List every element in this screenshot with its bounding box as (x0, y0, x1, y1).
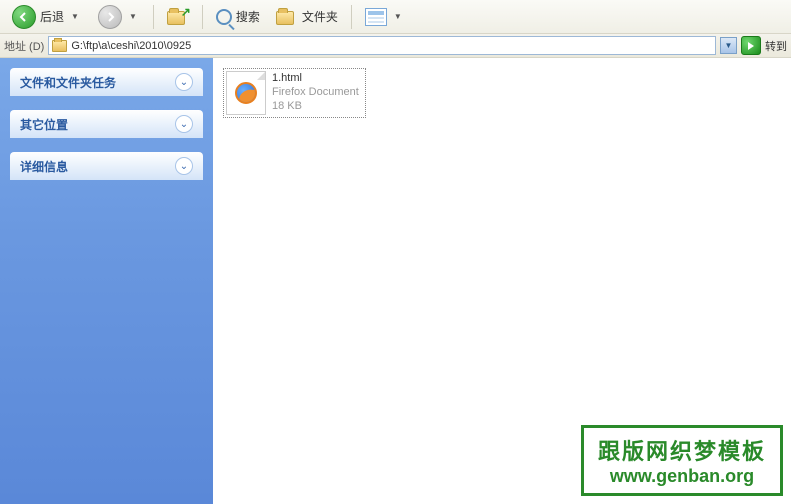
back-icon (12, 5, 36, 29)
forward-icon (98, 5, 122, 29)
back-button[interactable]: 后退 ▼ (6, 3, 88, 31)
firefox-document-icon (226, 71, 266, 115)
search-button[interactable]: 搜索 (210, 6, 266, 27)
folder-icon (52, 40, 67, 52)
main-toolbar: 后退 ▼ ▼ ↗ 搜索 文件夹 ▼ (0, 0, 791, 34)
folders-button[interactable]: 文件夹 (270, 5, 344, 29)
back-dropdown-icon[interactable]: ▼ (68, 12, 82, 21)
views-button[interactable]: ▼ (359, 6, 411, 28)
views-icon (365, 8, 387, 26)
address-bar: 地址 (D) G:\ftp\a\ceshi\2010\0925 ▼ 转到 (0, 34, 791, 58)
views-dropdown-icon[interactable]: ▼ (391, 12, 405, 21)
folder-up-icon: ↗ (167, 7, 189, 27)
sidebar-panel-details[interactable]: 详细信息 ⌄ (10, 152, 203, 180)
file-name: 1.html (272, 71, 359, 85)
watermark: 跟版网织梦模板 www.genban.org (581, 425, 783, 496)
sidebar: 文件和文件夹任务 ⌄ 其它位置 ⌄ 详细信息 ⌄ (0, 58, 213, 504)
watermark-url: www.genban.org (598, 466, 766, 487)
chevron-down-icon: ⌄ (175, 115, 193, 133)
back-label: 后退 (40, 8, 64, 25)
folders-label: 文件夹 (302, 8, 338, 25)
forward-dropdown-icon[interactable]: ▼ (126, 12, 140, 21)
watermark-title: 跟版网织梦模板 (598, 434, 766, 466)
address-label: 地址 (D) (4, 38, 44, 54)
panel-title: 详细信息 (20, 158, 68, 175)
search-icon (216, 9, 232, 25)
separator (351, 5, 352, 29)
address-path: G:\ftp\a\ceshi\2010\0925 (71, 40, 191, 52)
chevron-down-icon: ⌄ (175, 73, 193, 91)
go-label: 转到 (765, 38, 787, 54)
sidebar-panel-tasks[interactable]: 文件和文件夹任务 ⌄ (10, 68, 203, 96)
up-button[interactable]: ↗ (161, 5, 195, 29)
chevron-down-icon: ⌄ (175, 157, 193, 175)
address-input[interactable]: G:\ftp\a\ceshi\2010\0925 (48, 36, 716, 55)
panel-title: 文件和文件夹任务 (20, 74, 116, 91)
file-meta: 1.html Firefox Document 18 KB (272, 71, 359, 115)
sidebar-panel-places[interactable]: 其它位置 ⌄ (10, 110, 203, 138)
panel-title: 其它位置 (20, 116, 68, 133)
file-type: Firefox Document (272, 85, 359, 99)
address-dropdown-icon[interactable]: ▼ (720, 37, 737, 54)
file-size: 18 KB (272, 99, 359, 113)
separator (153, 5, 154, 29)
forward-button[interactable]: ▼ (92, 3, 146, 31)
search-label: 搜索 (236, 8, 260, 25)
folders-icon (276, 7, 298, 27)
separator (202, 5, 203, 29)
file-item[interactable]: 1.html Firefox Document 18 KB (223, 68, 366, 118)
go-button[interactable] (741, 36, 761, 55)
